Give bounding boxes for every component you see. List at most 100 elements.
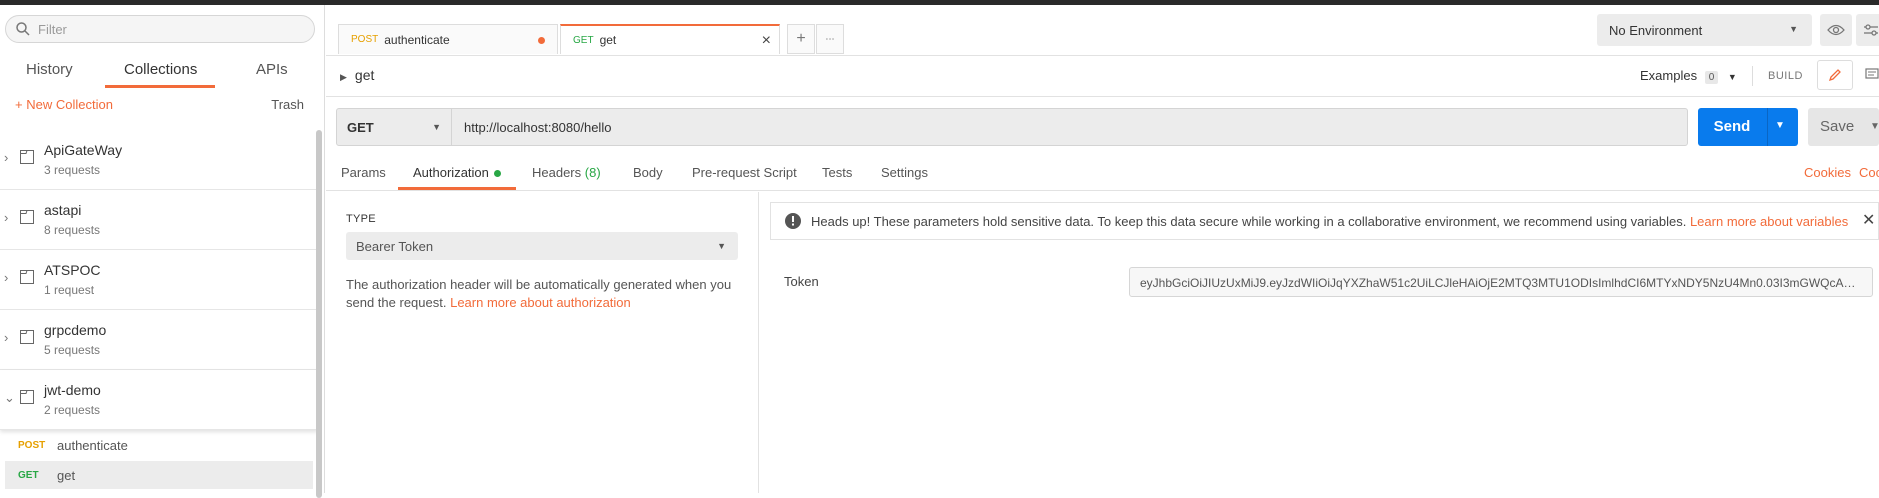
tabs-divider [326, 55, 1879, 56]
header-divider [326, 96, 1879, 97]
code-link[interactable]: Coc [1859, 165, 1879, 180]
auth-type-select[interactable]: Bearer Token ▼ [346, 232, 738, 260]
folder-icon [20, 390, 34, 404]
send-label: Send [1713, 118, 1751, 135]
headers-count: (8) [584, 165, 601, 180]
info-text: Heads up! These parameters hold sensitiv… [811, 214, 1848, 229]
collection-name: ApiGateWay [44, 142, 123, 158]
more-tabs-button[interactable]: ∙∙∙ [816, 24, 844, 54]
filter-box[interactable] [5, 15, 315, 43]
folder-icon [20, 270, 34, 284]
sliders-icon [1864, 24, 1878, 36]
manage-environments-button[interactable] [1856, 14, 1879, 46]
plus-icon: + [15, 97, 27, 112]
collection-count: 2 requests [44, 403, 101, 417]
request-name: get [57, 467, 76, 483]
eye-icon [1827, 24, 1845, 36]
tab-apis[interactable]: APIs [256, 61, 288, 78]
build-label: BUILD [1768, 70, 1803, 82]
divider [1767, 108, 1768, 146]
auth-description: The authorization header will be automat… [346, 276, 746, 312]
environment-select[interactable]: No Environment ▼ [1597, 14, 1812, 46]
environment-label: No Environment [1609, 23, 1703, 38]
folder-icon [20, 330, 34, 344]
search-icon [16, 22, 30, 36]
trash-link[interactable]: Trash [271, 97, 304, 112]
caret-right-icon: ▶ [340, 72, 347, 82]
edit-button[interactable] [1817, 60, 1853, 90]
url-input[interactable]: http://localhost:8080/hello [451, 108, 1688, 146]
folder-icon [20, 210, 34, 224]
request-tab-active[interactable]: GET get × [560, 24, 780, 54]
request-tab[interactable]: POST authenticate [338, 24, 558, 54]
token-input[interactable]: eyJhbGciOiJIUzUxMiJ9.eyJzdWIiOiJqYXZhaW5… [1129, 267, 1873, 297]
active-dot-icon [493, 170, 501, 178]
learn-more-variables-link[interactable]: Learn more about variables [1690, 214, 1848, 229]
collection-item[interactable]: › ApiGateWay 3 requests [0, 130, 318, 190]
collection-count: 8 requests [44, 223, 101, 237]
chevron-right-icon[interactable]: › [4, 330, 8, 345]
chevron-right-icon[interactable]: › [4, 270, 8, 285]
tab-tests[interactable]: Tests [822, 165, 852, 180]
chevron-down-icon[interactable]: ⌄ [4, 390, 15, 406]
collection-count: 1 request [44, 283, 95, 297]
tab-pre-request-script[interactable]: Pre-request Script [692, 165, 797, 180]
pane-divider [758, 192, 759, 493]
collection-item[interactable]: › ATSPOC 1 request [0, 250, 318, 310]
close-icon[interactable]: × [762, 32, 771, 50]
request-item[interactable]: POST authenticate [5, 431, 313, 459]
request-title[interactable]: ▶ get [340, 67, 374, 83]
comments-button[interactable] [1857, 60, 1879, 90]
examples-dropdown[interactable]: Examples 0 ▼ [1640, 68, 1737, 84]
method-select[interactable]: GET ▼ [336, 108, 452, 146]
tab-collections[interactable]: Collections [124, 61, 197, 78]
collection-name: ATSPOC [44, 262, 101, 278]
save-button[interactable]: Save ▼ [1808, 108, 1879, 146]
sidebar: History Collections APIs + New Collectio… [0, 5, 325, 498]
send-button[interactable]: Send ▼ [1698, 108, 1798, 146]
new-tab-button[interactable]: + [787, 24, 815, 54]
warning-icon [785, 213, 801, 229]
new-collection-button[interactable]: + New Collection [15, 97, 113, 112]
chevron-right-icon[interactable]: › [4, 210, 8, 225]
sidebar-tabs: History Collections APIs [0, 55, 325, 91]
tab-name: authenticate [384, 32, 450, 47]
request-item-selected[interactable]: GET get [5, 461, 313, 489]
cookies-link[interactable]: Cookies [1804, 165, 1851, 180]
auth-type-value: Bearer Token [356, 239, 434, 254]
comment-icon [1865, 68, 1879, 79]
collection-name: jwt-demo [44, 382, 101, 398]
method-badge: POST [351, 34, 379, 45]
method-badge: GET [18, 469, 39, 481]
chevron-right-icon[interactable]: › [4, 150, 8, 165]
learn-more-authorization-link[interactable]: Learn more about authorization [450, 295, 631, 310]
tab-headers[interactable]: Headers (8) [532, 165, 601, 180]
new-collection-label: New Collection [26, 97, 113, 112]
close-icon[interactable]: ✕ [1862, 210, 1875, 230]
collection-count: 3 requests [44, 163, 101, 177]
collection-item[interactable]: › grpcdemo 5 requests [0, 310, 318, 370]
tab-name: get [599, 33, 617, 47]
tab-params[interactable]: Params [341, 165, 386, 180]
type-label: TYPE [346, 213, 376, 225]
token-label: Token [784, 274, 819, 289]
tab-authorization-label: Authorization [413, 165, 489, 180]
tab-body[interactable]: Body [633, 165, 663, 180]
examples-count: 0 [1704, 71, 1719, 84]
tab-history[interactable]: History [26, 61, 73, 78]
tab-settings[interactable]: Settings [881, 165, 928, 180]
tab-authorization[interactable]: Authorization [413, 165, 501, 180]
method-badge: POST [18, 439, 46, 451]
filter-input[interactable] [38, 21, 298, 37]
sidebar-scrollbar[interactable] [316, 130, 322, 498]
caret-down-icon: ▼ [717, 241, 726, 251]
info-message: Heads up! These parameters hold sensitiv… [811, 213, 1687, 229]
active-tab-indicator [105, 85, 215, 88]
collection-item-expanded[interactable]: ⌄ jwt-demo 2 requests [0, 370, 318, 430]
request-name: authenticate [57, 437, 128, 453]
caret-down-icon[interactable]: ▼ [1775, 120, 1785, 131]
environment-quick-look-button[interactable] [1820, 14, 1852, 46]
caret-down-icon[interactable]: ▼ [1870, 121, 1879, 132]
request-title-text: get [354, 67, 375, 83]
collection-item[interactable]: › astapi 8 requests [0, 190, 318, 250]
